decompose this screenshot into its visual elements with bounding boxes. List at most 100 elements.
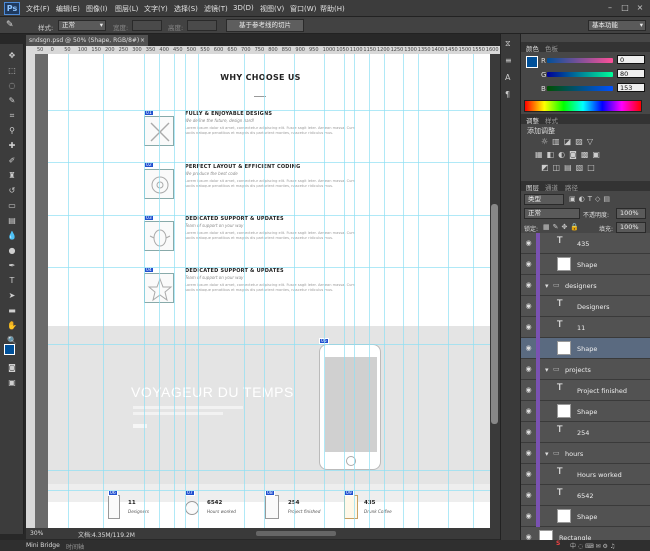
blend-mode-select[interactable]: 正常	[524, 208, 580, 219]
menu-filter[interactable]: 滤镜(T)	[204, 4, 228, 14]
menu-image[interactable]: 图像(I)	[86, 4, 108, 14]
visibility-eye-icon[interactable]: ◉	[524, 533, 533, 540]
marquee-tool-icon[interactable]: ⬚	[6, 65, 18, 77]
layer-row[interactable]: ◉ T 6542	[521, 485, 650, 506]
visibility-eye-icon[interactable]: ◉	[524, 281, 533, 289]
tab-color[interactable]: 颜色	[526, 43, 539, 53]
move-tool-icon[interactable]: ✥	[6, 50, 18, 62]
menu-3d[interactable]: 3D(D)	[233, 4, 254, 12]
green-slider[interactable]	[547, 72, 613, 77]
tab-channels[interactable]: 通道	[545, 182, 558, 192]
crop-tool-icon[interactable]: ⌗	[6, 110, 18, 122]
blur-tool-icon[interactable]: 💧	[6, 230, 18, 242]
menu-type[interactable]: 文字(Y)	[144, 4, 168, 14]
layer-row[interactable]: ◉ Shape	[521, 401, 650, 422]
width-field[interactable]	[132, 20, 162, 31]
canvas-area[interactable]: WHY CHOOSE US FULLY & ENJOYABLE DESIGNS …	[35, 54, 490, 528]
lock-icons[interactable]: ▦✎✥🔒	[543, 223, 582, 231]
red-slider[interactable]	[547, 58, 613, 63]
chevron-down-icon[interactable]: ▾	[545, 282, 549, 290]
height-field[interactable]	[187, 20, 217, 31]
tab-adjustments[interactable]: 调整	[526, 115, 539, 125]
horizontal-scrollbar[interactable]	[256, 531, 336, 536]
opacity-field[interactable]: 100%	[616, 208, 646, 219]
minimize-button[interactable]: –	[604, 2, 616, 14]
visibility-eye-icon[interactable]: ◉	[524, 260, 533, 268]
document-info[interactable]: 文档:4.35M/119.2M	[78, 530, 135, 539]
layer-group-row[interactable]: ◉ ▾ ▭ designers	[521, 275, 650, 296]
tab-swatches[interactable]: 色板	[545, 43, 558, 53]
shape-tool-icon[interactable]: ▬	[6, 305, 18, 317]
layer-row[interactable]: ◉ T Designers	[521, 296, 650, 317]
chevron-down-icon[interactable]: ▾	[545, 450, 549, 458]
layer-group-row[interactable]: ◉ ▾ ▭ projects	[521, 359, 650, 380]
green-value[interactable]: 80	[617, 69, 645, 78]
tab-timeline[interactable]: 时间轴	[66, 542, 84, 551]
layer-row[interactable]: ◉ Rectangle	[521, 527, 650, 540]
tab-mini-bridge[interactable]: Mini Bridge	[26, 542, 60, 549]
close-button[interactable]: ×	[634, 2, 646, 14]
history-brush-icon[interactable]: ↺	[6, 185, 18, 197]
properties-icon[interactable]: ≡	[505, 56, 516, 66]
scroll-thumb[interactable]	[491, 204, 498, 424]
style-select[interactable]: 正常 ▾	[58, 20, 106, 31]
maximize-button[interactable]: □	[619, 2, 631, 14]
layer-row[interactable]: ◉ Shape	[521, 506, 650, 527]
visibility-eye-icon[interactable]: ◉	[524, 428, 533, 436]
slices-from-guides-button[interactable]: 基于参考线的切片	[226, 19, 304, 32]
menu-edit[interactable]: 编辑(E)	[56, 4, 80, 14]
stamp-tool-icon[interactable]: ♜	[6, 170, 18, 182]
visibility-eye-icon[interactable]: ◉	[524, 323, 533, 331]
tab-paths[interactable]: 路径	[565, 182, 578, 192]
brush-tool-icon[interactable]: ✐	[6, 155, 18, 167]
eraser-tool-icon[interactable]: ▭	[6, 200, 18, 212]
dodge-tool-icon[interactable]: ●	[6, 245, 18, 257]
layer-filter-icons[interactable]: ▣◐T◇▤	[569, 195, 613, 203]
menu-layer[interactable]: 图层(L)	[115, 4, 138, 14]
visibility-eye-icon[interactable]: ◉	[524, 344, 533, 352]
eyedropper-tool-icon[interactable]: ⚲	[6, 125, 18, 137]
chevron-down-icon[interactable]: ▾	[545, 366, 549, 374]
adjustment-icons-row-2[interactable]: ▦◧◐◙▩▣	[535, 150, 635, 159]
healing-brush-icon[interactable]: ✚	[6, 140, 18, 152]
layer-row[interactable]: ◉ Shape	[521, 338, 650, 359]
layer-row[interactable]: ◉ T 435	[521, 233, 650, 254]
foreground-color-swatch[interactable]	[4, 344, 15, 355]
visibility-eye-icon[interactable]: ◉	[524, 302, 533, 310]
red-value[interactable]: 0	[617, 55, 645, 64]
color-spectrum[interactable]	[524, 100, 642, 112]
quick-select-icon[interactable]: ✎	[6, 95, 18, 107]
zoom-level[interactable]: 30%	[30, 530, 43, 537]
visibility-eye-icon[interactable]: ◉	[524, 470, 533, 478]
layer-row[interactable]: ◉ T 11	[521, 317, 650, 338]
visibility-eye-icon[interactable]: ◉	[524, 386, 533, 394]
visibility-eye-icon[interactable]: ◉	[524, 512, 533, 520]
paragraph-icon[interactable]: ¶	[505, 90, 516, 100]
blue-value[interactable]: 153	[617, 83, 645, 92]
layer-row[interactable]: ◉ T Project finished	[521, 380, 650, 401]
fill-field[interactable]: 100%	[616, 222, 646, 233]
document-tab[interactable]: sndsgn.psd @ 50% (Shape, RGB/8#) ×	[26, 35, 148, 46]
visibility-eye-icon[interactable]: ◉	[524, 407, 533, 415]
foreground-color-swatch[interactable]	[526, 56, 538, 68]
menu-select[interactable]: 选择(S)	[174, 4, 198, 14]
history-icon[interactable]: ⧖	[505, 39, 516, 49]
vertical-scrollbar[interactable]	[490, 54, 500, 528]
screen-mode-icon[interactable]: ▣	[6, 377, 18, 389]
pen-tool-icon[interactable]: ✒	[6, 260, 18, 272]
tab-layers[interactable]: 图层	[526, 182, 539, 192]
workspace-select[interactable]: 基本功能 ▾	[588, 20, 646, 31]
hand-tool-icon[interactable]: ✋	[6, 320, 18, 332]
adjustment-icons-row-3[interactable]: ◩◫▤▧□	[541, 163, 631, 172]
slice-tool-icon[interactable]: ✎	[6, 20, 14, 30]
type-tool-icon[interactable]: T	[6, 275, 18, 287]
lasso-tool-icon[interactable]: ◌	[6, 80, 18, 92]
menu-file[interactable]: 文件(F)	[26, 4, 50, 14]
character-icon[interactable]: A	[505, 73, 516, 83]
close-icon[interactable]: ×	[140, 35, 145, 46]
layer-row[interactable]: ◉ T Hours worked	[521, 464, 650, 485]
ime-icon[interactable]: S	[556, 540, 560, 547]
layer-filter-select[interactable]: 类型	[524, 194, 564, 205]
gradient-tool-icon[interactable]: ▤	[6, 215, 18, 227]
visibility-eye-icon[interactable]: ◉	[524, 239, 533, 247]
